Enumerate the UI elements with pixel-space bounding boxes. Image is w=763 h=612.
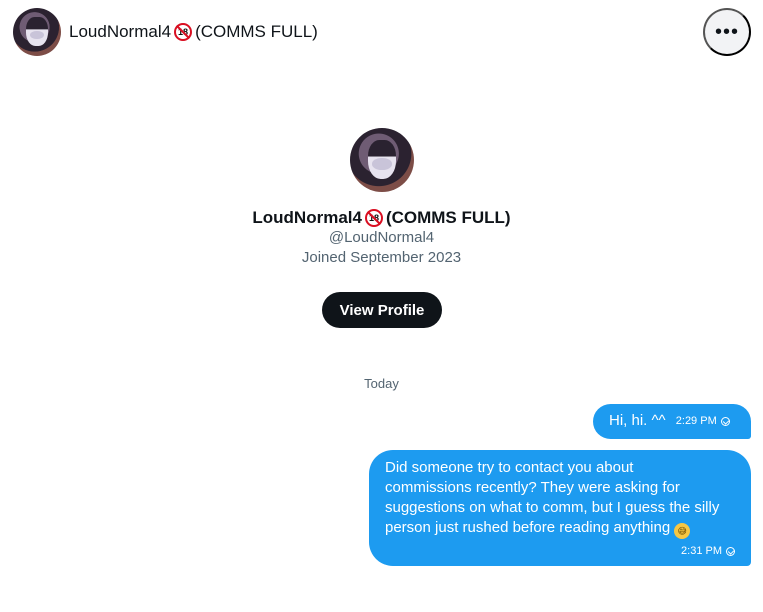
message-text: Did someone try to contact you about com… (385, 459, 720, 536)
profile-adult-badge-icon: 18 (364, 209, 383, 227)
read-check-icon (726, 546, 735, 556)
adult-badge-icon: 18 (174, 23, 193, 41)
profile-name: LoudNormal4 18 (COMMS FULL) (0, 206, 763, 230)
profile-avatar[interactable] (350, 128, 414, 192)
avatar[interactable] (13, 8, 61, 56)
date-separator: Today (364, 376, 399, 391)
view-profile-button[interactable]: View Profile (322, 292, 442, 328)
conversation-header: LoudNormal4 18 (COMMS FULL) ••• (0, 0, 763, 64)
profile-handle: @LoudNormal4 (328, 229, 435, 246)
more-options-icon: ••• (714, 21, 739, 43)
more-options-button[interactable]: ••• (703, 8, 751, 56)
read-check-icon (720, 416, 730, 426)
profile-status: (COMMS FULL) (385, 208, 511, 227)
joined-date: Joined September 2023 (301, 249, 462, 266)
profile-display-name: LoudNormal4 (252, 208, 362, 227)
message-timestamp: 2:31 PM (681, 545, 722, 557)
message-bubble[interactable]: Hi, hi. ^^ 2:29 PM (593, 404, 751, 439)
message-timestamp: 2:29 PM (675, 415, 717, 428)
grinning-sweat-emoji-icon: 😅 (674, 523, 691, 539)
message-time: 2:31 PM (681, 544, 735, 558)
header-name: LoudNormal4 (69, 22, 172, 41)
message-time: 2:29 PM (676, 414, 730, 428)
header-status: (COMMS FULL) (195, 22, 318, 41)
message-text: Hi, hi. ^^ (609, 412, 666, 429)
conversation-title: LoudNormal4 18 (COMMS FULL) (69, 20, 318, 44)
message-bubble[interactable]: Did someone try to contact you about com… (369, 450, 751, 566)
